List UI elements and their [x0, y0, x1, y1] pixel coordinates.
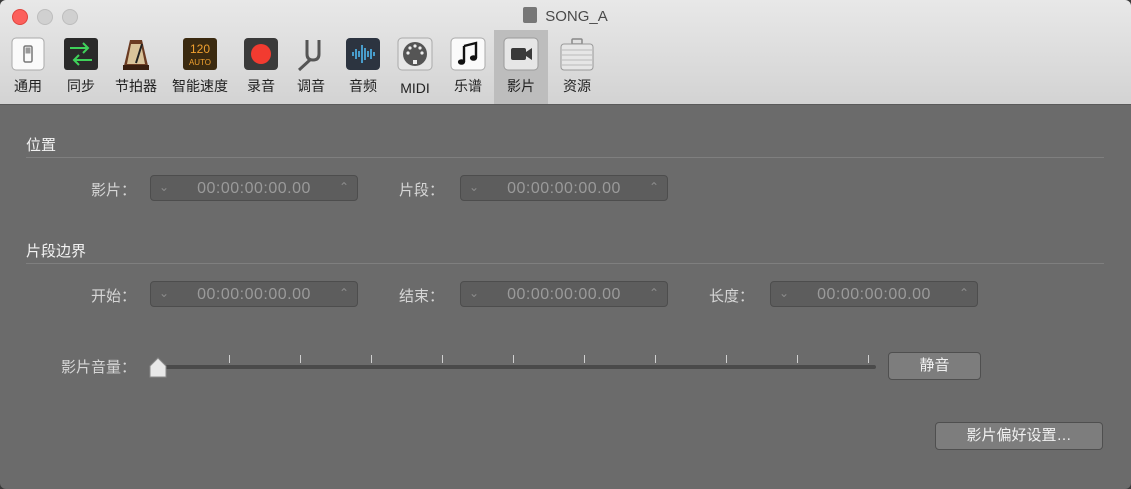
segment-position-stepper[interactable]: ⌄ 00:00:00:00.00 ⌃ [460, 175, 668, 201]
tab-smart-tempo[interactable]: 120 AUTO 智能速度 [166, 30, 234, 104]
tab-label: 乐谱 [454, 78, 482, 94]
volume-slider-thumb[interactable] [148, 357, 168, 379]
length-value[interactable]: 00:00:00:00.00 [771, 286, 977, 304]
tab-label: MIDI [400, 80, 430, 96]
slider-tick [513, 355, 514, 363]
section-title-bounds: 片段边界 [26, 243, 87, 260]
sync-arrows-icon [64, 38, 98, 70]
movie-volume-label: 影片音量： [60, 359, 136, 376]
movie-position-label: 影片： [90, 182, 136, 199]
chevron-up-icon[interactable]: ⌃ [339, 180, 349, 194]
movie-volume-slider[interactable] [158, 365, 876, 369]
project-settings-window: SONG_A 通用 同步 节拍器 120 AUTO 智能速度 录音 调音 音频 … [0, 0, 1131, 489]
audio-waveform-icon [346, 38, 380, 70]
movie-preferences-button[interactable]: 影片偏好设置… [935, 422, 1103, 450]
end-stepper[interactable]: ⌄ 00:00:00:00.00 ⌃ [460, 281, 668, 307]
midi-connector-icon [397, 37, 433, 71]
document-icon [523, 7, 538, 23]
tab-movie[interactable]: 影片 [494, 30, 548, 104]
tab-audio[interactable]: 音频 [340, 30, 386, 104]
switch-icon [11, 37, 45, 71]
slider-tick [371, 355, 372, 363]
start-stepper[interactable]: ⌄ 00:00:00:00.00 ⌃ [150, 281, 358, 307]
tab-label: 通用 [14, 78, 42, 94]
movie-position-value[interactable]: 00:00:00:00.00 [151, 180, 357, 198]
music-note-icon [450, 37, 486, 71]
chevron-up-icon[interactable]: ⌃ [649, 180, 659, 194]
tab-tuning[interactable]: 调音 [288, 30, 334, 104]
smart-tempo-icon: 120 AUTO [183, 38, 217, 70]
tab-general[interactable]: 通用 [4, 30, 52, 104]
slider-tick [797, 355, 798, 363]
start-label: 开始： [90, 288, 136, 305]
start-value[interactable]: 00:00:00:00.00 [151, 286, 357, 304]
tab-assets[interactable]: 资源 [552, 30, 602, 104]
chevron-up-icon[interactable]: ⌃ [959, 286, 969, 300]
slider-tick [868, 355, 869, 363]
tab-record[interactable]: 录音 [238, 30, 284, 104]
window-title: SONG_A [0, 7, 1131, 25]
chevron-up-icon[interactable]: ⌃ [649, 286, 659, 300]
tab-label: 音频 [349, 78, 377, 94]
section-divider [26, 157, 1104, 158]
tab-label: 调音 [297, 78, 325, 94]
tab-label: 影片 [507, 78, 535, 94]
tempo-mode: AUTO [189, 58, 211, 67]
tab-label: 智能速度 [172, 78, 228, 94]
section-divider [26, 263, 1104, 264]
tab-sync[interactable]: 同步 [56, 30, 106, 104]
chevron-up-icon[interactable]: ⌃ [339, 286, 349, 300]
tab-label: 节拍器 [115, 78, 157, 94]
tab-label: 同步 [67, 78, 95, 94]
mute-button[interactable]: 静音 [888, 352, 981, 380]
section-title-position: 位置 [26, 137, 57, 154]
slider-tick [229, 355, 230, 363]
length-stepper[interactable]: ⌄ 00:00:00:00.00 ⌃ [770, 281, 978, 307]
slider-tick [442, 355, 443, 363]
slider-tick [726, 355, 727, 363]
length-label: 长度： [708, 288, 754, 305]
window-title-text: SONG_A [545, 8, 608, 25]
end-value[interactable]: 00:00:00:00.00 [461, 286, 667, 304]
segment-position-value[interactable]: 00:00:00:00.00 [461, 180, 667, 198]
tempo-value: 120 [190, 42, 210, 56]
tab-midi[interactable]: MIDI [392, 30, 438, 104]
tuning-fork-icon [297, 40, 321, 72]
metronome-icon [123, 40, 149, 70]
end-label: 结束： [398, 288, 444, 305]
slider-tick [584, 355, 585, 363]
record-icon [244, 38, 278, 70]
tab-label: 资源 [563, 78, 591, 94]
segment-position-label: 片段： [398, 182, 444, 199]
tab-score[interactable]: 乐谱 [444, 30, 492, 104]
tab-label: 录音 [247, 78, 275, 94]
slider-tick [300, 355, 301, 363]
tab-metronome[interactable]: 节拍器 [108, 30, 164, 104]
briefcase-icon [560, 38, 594, 71]
movie-position-stepper[interactable]: ⌄ 00:00:00:00.00 ⌃ [150, 175, 358, 201]
video-camera-icon [503, 37, 539, 71]
slider-tick [655, 355, 656, 363]
title-toolbar: SONG_A 通用 同步 节拍器 120 AUTO 智能速度 录音 调音 音频 … [0, 0, 1131, 105]
